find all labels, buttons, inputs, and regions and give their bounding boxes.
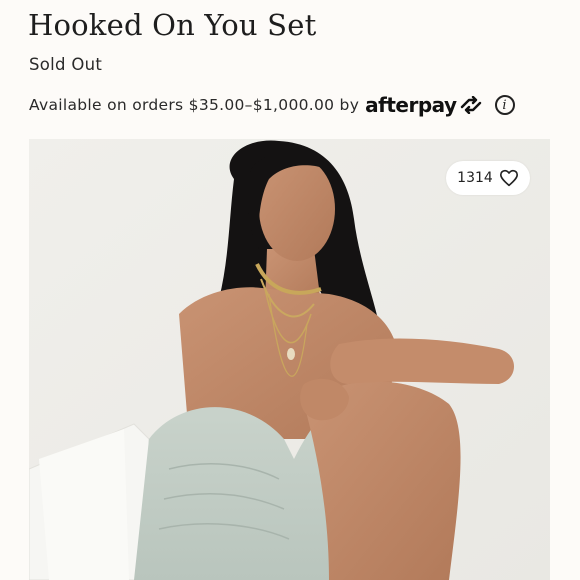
heart-icon [499,169,518,187]
stock-status: Sold Out [29,55,103,74]
afterpay-logo: afterpay [365,93,482,117]
model-photo [29,139,550,580]
afterpay-brand: afterpay [365,93,457,117]
afterpay-info: Available on orders $35.00–$1,000.00 by … [29,92,515,118]
afterpay-text: Available on orders $35.00–$1,000.00 by [29,96,360,114]
info-icon[interactable]: i [494,95,515,115]
product-image[interactable] [29,139,550,580]
product-title: Hooked On You Set [28,8,317,42]
like-count: 1314 [457,170,493,186]
like-button[interactable]: 1314 [446,161,530,195]
afterpay-arrows-icon [460,96,481,114]
